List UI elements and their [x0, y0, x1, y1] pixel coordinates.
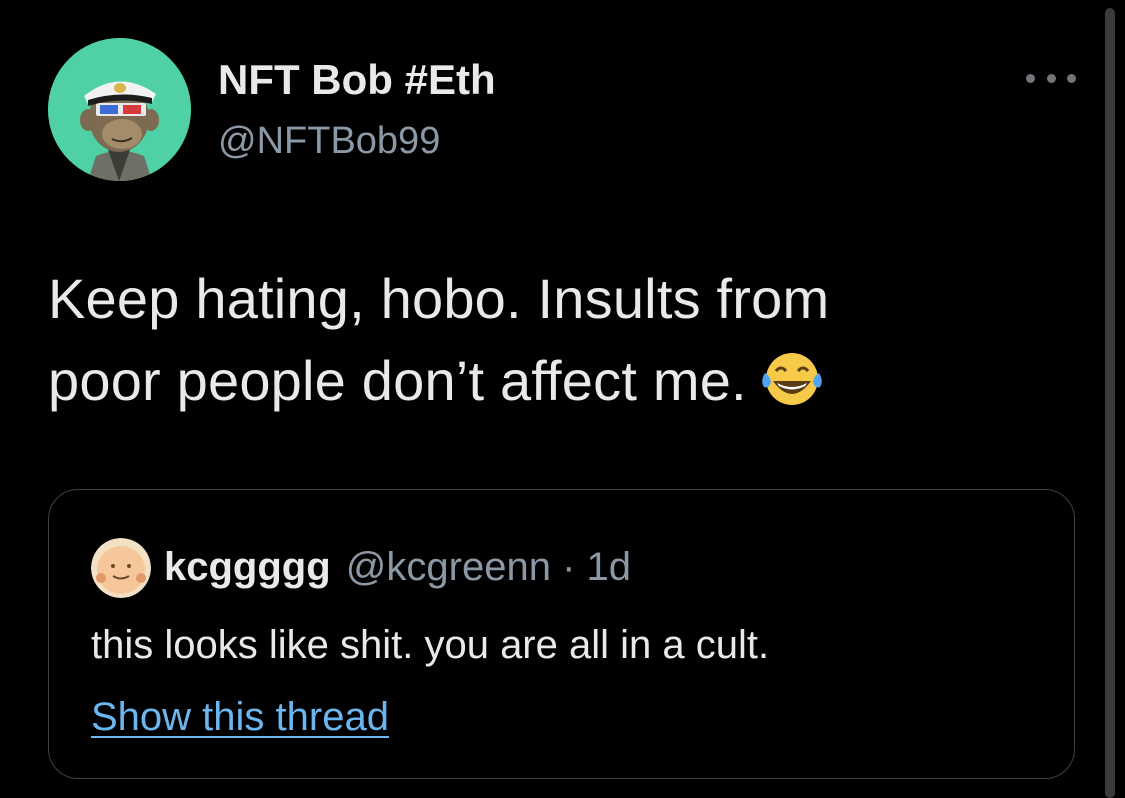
quoted-tweet-text: this looks like shit. you are all in a c… [91, 623, 770, 667]
tweet-text-line-1: Keep hating, hobo. Insults from [48, 267, 830, 330]
more-dot-icon [1067, 73, 1076, 83]
tweet-header: NFT Bob #Eth @NFTBob99 [48, 38, 1078, 183]
meta-separator: · [550, 545, 587, 589]
quoted-tweet-card[interactable]: kcggggg @kcgreenn · 1d this looks like s… [48, 489, 1075, 779]
quoted-timestamp[interactable]: 1d [587, 545, 632, 589]
more-options-button[interactable] [1026, 68, 1076, 88]
scrollbar[interactable] [1105, 8, 1115, 798]
quoted-avatar[interactable] [91, 538, 151, 598]
display-name[interactable]: NFT Bob #Eth [218, 56, 496, 104]
show-thread-link[interactable]: Show this thread [91, 695, 389, 740]
quoted-user-handle[interactable]: @kcgreenn [346, 545, 551, 589]
face-with-tears-of-joy-icon [759, 349, 825, 409]
more-dot-icon [1026, 73, 1035, 83]
quoted-tweet-meta: kcggggg @kcgreenn · 1d [164, 542, 631, 592]
quoted-display-name[interactable]: kcggggg [164, 545, 331, 589]
tweet-text-line-2: poor people don’t affect me. [48, 340, 1058, 422]
tweet-text: Keep hating, hobo. Insults from poor peo… [48, 258, 1058, 422]
avatar[interactable] [48, 38, 191, 181]
smiling-face-avatar-icon [91, 538, 151, 598]
ape-avatar-icon [48, 38, 191, 181]
user-handle[interactable]: @NFTBob99 [218, 120, 440, 163]
more-dot-icon [1046, 73, 1056, 83]
tweet-text-line-2-content: poor people don’t affect me. [48, 349, 747, 412]
